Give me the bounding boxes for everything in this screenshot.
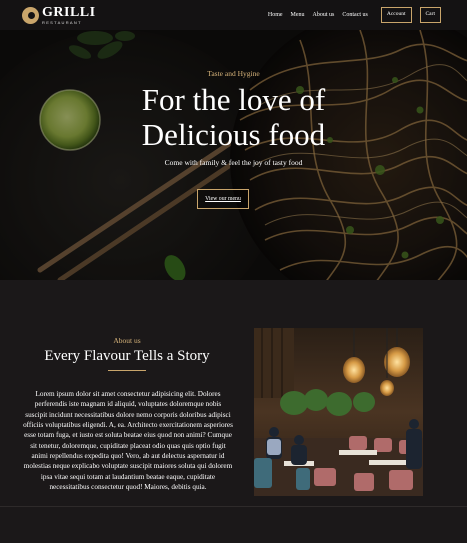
hero-subtitle: Come with family & feel the joy of tasty… <box>164 158 303 167</box>
about-title: Every Flavour Tells a Story <box>44 348 210 364</box>
nav-home[interactable]: Home <box>268 12 283 18</box>
logo[interactable]: GRILLI RESTAURANT <box>22 4 96 25</box>
about-body: Lorem ipsum dolor sit amet consectetur a… <box>23 390 233 491</box>
restaurant-interior-image <box>254 328 423 496</box>
nav-about-us[interactable]: About us <box>313 12 335 18</box>
logo-name: GRILLI <box>42 4 96 20</box>
cart-button[interactable]: Cart <box>419 7 441 23</box>
hero-title: For the love of Delicious food <box>0 82 467 152</box>
site-header: GRILLI RESTAURANT Home Menu About us Con… <box>0 0 467 30</box>
hero-section: Taste and Hygine For the love of Delicio… <box>0 30 467 280</box>
about-section: About us Every Flavour Tells a Story Lor… <box>0 280 467 506</box>
logo-icon <box>22 6 39 24</box>
main-nav: Home Menu About us Contact us Account Ca… <box>268 7 441 23</box>
about-divider <box>108 370 146 371</box>
nav-contact-us[interactable]: Contact us <box>342 12 368 18</box>
logo-tagline: RESTAURANT <box>42 19 82 25</box>
nav-menu[interactable]: Menu <box>291 12 305 18</box>
hero-eyebrow: Taste and Hygine <box>207 69 260 78</box>
account-button[interactable]: Account <box>380 7 412 23</box>
about-eyebrow: About us <box>113 336 141 345</box>
hero-title-line-1: For the love of <box>141 82 326 117</box>
next-section <box>0 507 467 543</box>
hero-title-line-2: Delicious food <box>141 117 326 152</box>
view-menu-button[interactable]: View our menu <box>197 189 249 209</box>
